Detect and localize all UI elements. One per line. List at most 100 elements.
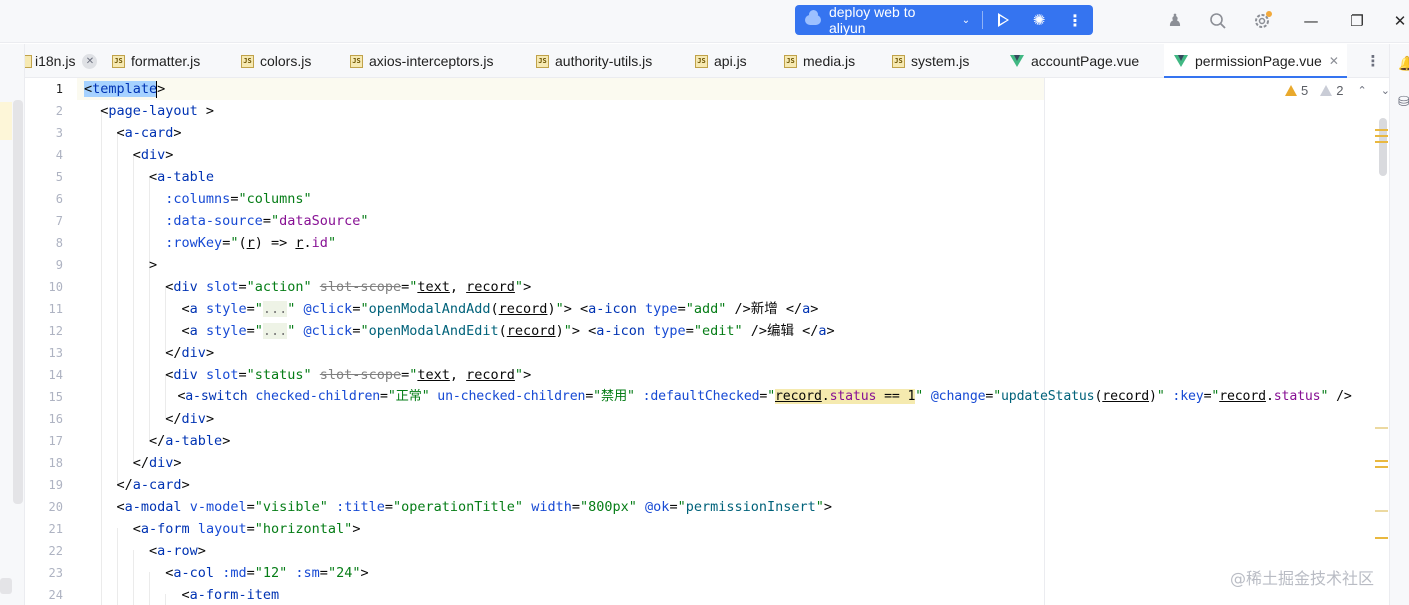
code-token: permissionInsert xyxy=(685,499,816,515)
tab-colors-js[interactable]: JS colors.js xyxy=(241,44,311,78)
run-widget-separator xyxy=(982,11,984,29)
close-icon: ✕ xyxy=(1393,12,1407,30)
line-number: 14 xyxy=(48,368,63,382)
warning-stripe-mark[interactable] xyxy=(1375,537,1388,539)
js-file-icon: JS xyxy=(350,54,363,68)
warning-stripe-mark[interactable] xyxy=(1375,141,1388,143)
code-token: a-col xyxy=(173,565,215,581)
warning-stripe-mark[interactable] xyxy=(1375,466,1388,468)
warning-count: 5 xyxy=(1301,82,1309,98)
inspection-widget[interactable]: 5 2 ⌃ ⌄ xyxy=(1285,81,1389,99)
editor-tab-bar: i18n.js ✕ JS formatter.js JS colors.js J… xyxy=(25,44,1389,79)
weak-warning-count: 2 xyxy=(1336,82,1344,98)
code-token: @click xyxy=(303,323,353,339)
code-line-4: <div> xyxy=(84,147,174,163)
code-token: a-form-item xyxy=(189,587,280,603)
code-token: div xyxy=(181,411,206,427)
run-button[interactable] xyxy=(985,5,1021,35)
chevron-down-icon[interactable]: ⌄ xyxy=(1381,84,1389,97)
line-number: 4 xyxy=(55,148,63,162)
code-token: r xyxy=(295,235,304,251)
tab-formatter-js[interactable]: JS formatter.js xyxy=(112,44,200,78)
left-strip-handle[interactable] xyxy=(0,578,12,594)
line-number: 22 xyxy=(48,544,63,558)
weak-warning-stripe-mark[interactable] xyxy=(1375,510,1388,512)
code-token: r xyxy=(246,235,255,251)
database-icon[interactable]: ⛁ xyxy=(1398,94,1409,112)
code-token: type xyxy=(653,323,686,339)
weak-warning-stripe-mark[interactable] xyxy=(1375,427,1388,429)
tab-api-js[interactable]: JS api.js xyxy=(695,44,747,78)
line-number: 5 xyxy=(55,170,63,184)
code-token: :rowKey xyxy=(165,235,223,251)
js-file-icon: JS xyxy=(695,54,708,68)
code-token: :defaultChecked xyxy=(642,389,760,404)
tab-i18n-js[interactable]: i18n.js ✕ xyxy=(25,44,100,78)
tab-authority-utils-js[interactable]: JS authority-utils.js xyxy=(536,44,652,78)
change-marker xyxy=(0,102,12,140)
debug-button[interactable]: ✺ xyxy=(1021,5,1057,35)
line-number-gutter[interactable]: 1 2 3 4 5 6 7 8 9 10 11 12 13 14 15 16 1… xyxy=(25,78,77,605)
folded-code[interactable]: ... xyxy=(262,301,288,317)
code-token: a-table xyxy=(157,169,215,185)
code-editor[interactable]: 1 2 3 4 5 6 7 8 9 10 11 12 13 14 15 16 1… xyxy=(25,78,1389,605)
tab-label: api.js xyxy=(714,53,747,69)
code-line-22: <a-row> xyxy=(84,543,206,559)
code-line-19: </a-card> xyxy=(84,477,190,493)
warning-stripe-mark[interactable] xyxy=(1375,135,1388,137)
code-token: a-icon xyxy=(588,301,637,317)
warning-stripe-mark[interactable] xyxy=(1375,460,1388,462)
restore-button[interactable]: ❐ xyxy=(1346,10,1368,32)
js-file-icon xyxy=(25,54,32,68)
minimize-button[interactable]: — xyxy=(1300,10,1322,32)
code-line-12: <a style="..." @click="openModalAndEdit(… xyxy=(84,323,835,339)
line-number: 23 xyxy=(48,566,63,580)
close-window-button[interactable]: ✕ xyxy=(1389,10,1409,32)
chevron-up-icon[interactable]: ⌃ xyxy=(1357,84,1366,97)
folded-code[interactable]: ... xyxy=(262,323,288,339)
tab-permissionpage-vue[interactable]: permissionPage.vue ✕ xyxy=(1164,44,1347,79)
run-configuration-selector[interactable]: deploy web to aliyun ⌄ xyxy=(795,4,978,36)
close-tab-icon[interactable]: ✕ xyxy=(1329,54,1339,68)
code-token: a-modal xyxy=(124,499,182,515)
code-line-3: <a-card> xyxy=(84,125,182,141)
code-with-me-button[interactable]: ♟ xyxy=(1164,10,1186,32)
search-everywhere-button[interactable] xyxy=(1207,10,1229,32)
code-token: record xyxy=(1219,389,1266,404)
tab-system-js[interactable]: JS system.js xyxy=(892,44,969,78)
more-actions-button[interactable]: ⋮ xyxy=(1057,5,1093,35)
left-scrollbar[interactable] xyxy=(13,100,23,504)
warning-stripe-mark[interactable] xyxy=(1375,129,1388,131)
code-token: record xyxy=(466,367,515,383)
code-token: action xyxy=(254,279,304,295)
tab-media-js[interactable]: JS media.js xyxy=(784,44,855,78)
weak-warning-icon xyxy=(1320,84,1333,96)
tab-accountpage-vue[interactable]: accountPage.vue xyxy=(1010,44,1139,78)
code-line-16: </div> xyxy=(84,411,215,427)
code-token: @change xyxy=(930,389,986,404)
code-token: edit xyxy=(701,323,735,339)
tab-label: authority-utils.js xyxy=(555,53,653,69)
settings-button[interactable] xyxy=(1251,10,1273,32)
code-token: record xyxy=(466,279,515,295)
code-token: layout xyxy=(197,521,247,537)
more-tabs-button[interactable]: ⋮ xyxy=(1357,44,1389,78)
code-token: :key xyxy=(1172,389,1204,404)
code-token: horizontal xyxy=(262,521,345,537)
js-file-icon: JS xyxy=(892,54,905,68)
code-token: openModalAndAdd xyxy=(368,301,491,317)
editor-scrollbar-thumb[interactable] xyxy=(1379,118,1387,176)
line-number: 9 xyxy=(55,258,63,272)
notifications-icon[interactable]: 🔔 xyxy=(1398,56,1409,74)
code-line-9: > xyxy=(84,257,158,273)
search-icon xyxy=(1210,13,1226,29)
line-number: 10 xyxy=(48,280,63,294)
line-number: 8 xyxy=(55,236,63,250)
code-token: 编辑 xyxy=(767,323,795,339)
code-token: == 1 xyxy=(884,389,916,404)
code-token: 禁用 xyxy=(600,389,627,404)
close-tab-icon[interactable]: ✕ xyxy=(82,53,98,69)
tab-axios-interceptors-js[interactable]: JS axios-interceptors.js xyxy=(350,44,494,78)
run-widget: deploy web to aliyun ⌄ ✺ ⋮ xyxy=(795,4,1093,36)
more-vertical-icon: ⋮ xyxy=(1067,10,1084,30)
